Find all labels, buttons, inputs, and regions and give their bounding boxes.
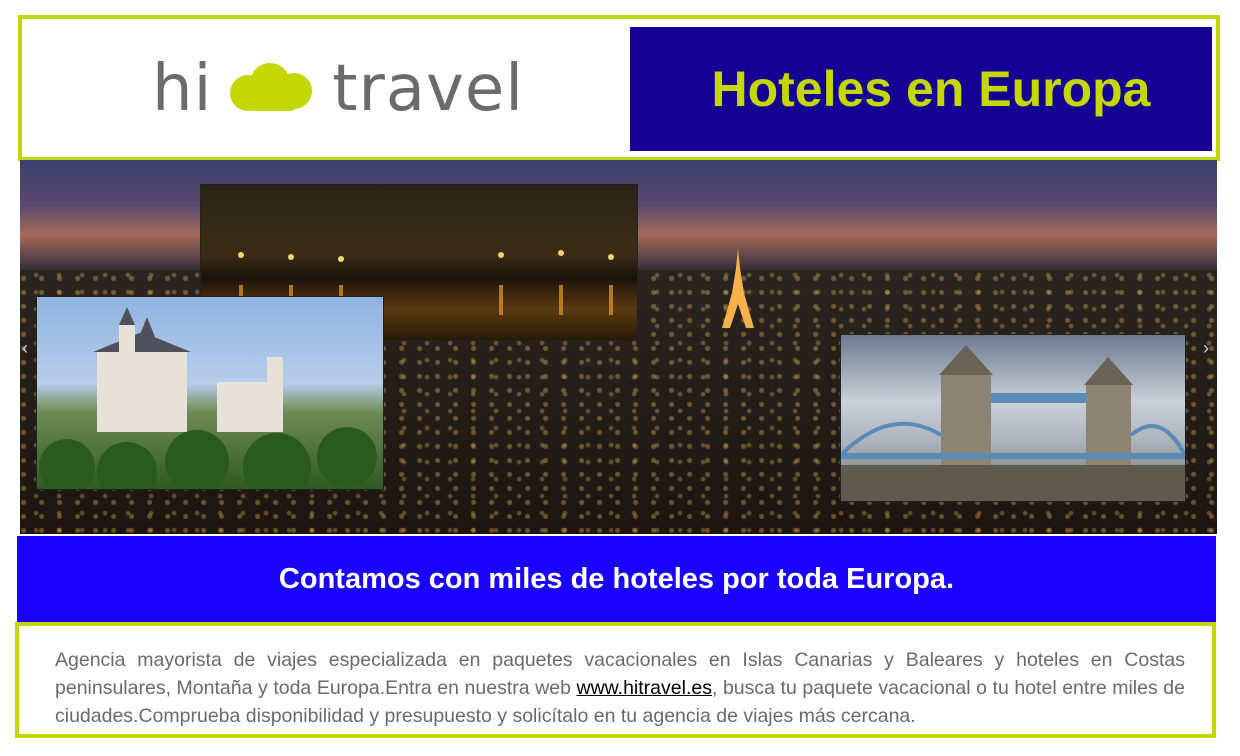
tagline-text: Contamos con miles de hoteles por toda E… <box>278 562 955 595</box>
tagline-bar: Contamos con miles de hoteles por toda E… <box>17 536 1216 622</box>
carousel-next-arrow[interactable]: › <box>1203 338 1215 360</box>
page-title: Hoteles en Europa <box>711 61 1151 117</box>
carousel-prev-arrow[interactable]: ‹ <box>22 338 34 360</box>
description-box: Agencia mayorista de viajes especializad… <box>15 622 1216 738</box>
hero-banner: ‹ › <box>20 160 1217 534</box>
neuschwanstein-castle-photo <box>36 296 384 490</box>
tower-bridge-photo <box>840 334 1186 502</box>
description-paragraph: Agencia mayorista de viajes especializad… <box>55 646 1185 730</box>
castle-icon <box>39 307 377 489</box>
eiffel-tower-icon <box>722 248 754 328</box>
tower-bridge-icon <box>841 345 1185 501</box>
logo-text-travel: travel <box>332 52 524 126</box>
cloud-icon <box>230 63 313 111</box>
hitravel-logo[interactable]: hi travel <box>152 49 524 129</box>
header: hi travel Hoteles en Europa <box>18 15 1220 161</box>
website-link[interactable]: www.hitravel.es <box>577 677 712 699</box>
logo-text-hi: hi <box>152 52 213 126</box>
title-box: Hoteles en Europa <box>630 27 1212 151</box>
